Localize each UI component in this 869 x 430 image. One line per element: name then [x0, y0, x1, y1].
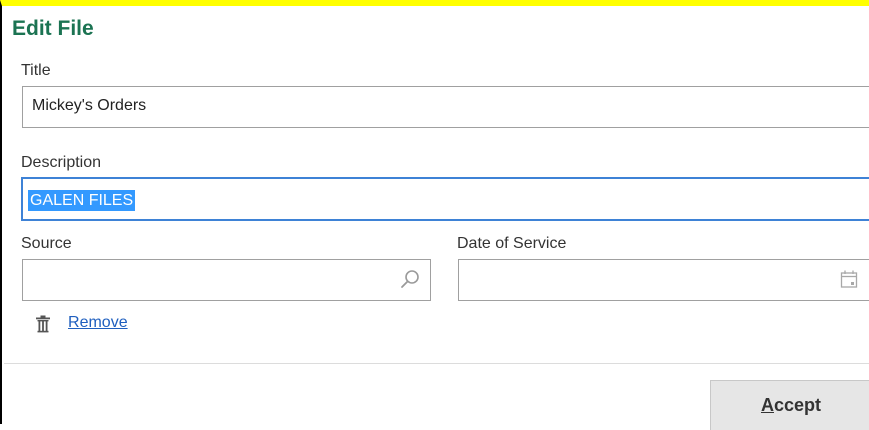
- description-input-value: GALEN FILES: [28, 190, 136, 211]
- title-input-value: Mickey's Orders: [32, 97, 147, 114]
- edit-file-dialog: Edit File Title Mickey's Orders Descript…: [0, 0, 869, 430]
- source-label: Source: [21, 235, 72, 252]
- accept-button[interactable]: Accept: [710, 380, 869, 430]
- search-icon[interactable]: [400, 269, 420, 289]
- remove-label-rest: emove: [79, 314, 128, 331]
- title-input[interactable]: Mickey's Orders: [22, 86, 869, 128]
- trash-icon[interactable]: [35, 315, 51, 333]
- title-label: Title: [21, 62, 51, 79]
- dialog-title: Edit File: [12, 17, 94, 40]
- source-input[interactable]: [22, 259, 431, 301]
- description-label: Description: [21, 154, 102, 171]
- remove-mnemonic: R: [68, 314, 80, 331]
- accept-mnemonic: A: [760, 395, 774, 415]
- accept-label-rest: ccept: [773, 395, 822, 415]
- date-of-service-input[interactable]: [458, 259, 869, 301]
- date-of-service-label: Date of Service: [457, 235, 567, 252]
- footer-divider: [4, 363, 869, 364]
- description-input[interactable]: GALEN FILES: [21, 177, 869, 221]
- remove-link[interactable]: Remove: [68, 314, 128, 332]
- calendar-icon[interactable]: [840, 269, 858, 289]
